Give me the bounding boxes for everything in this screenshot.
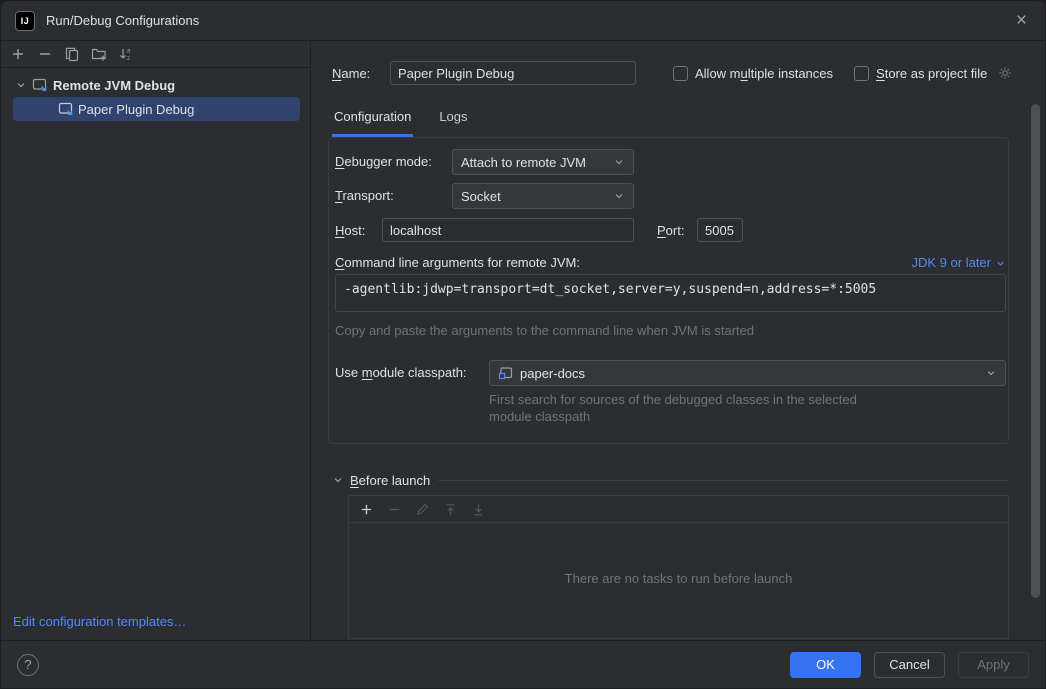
module-classpath-label: Use module classpath: xyxy=(335,360,467,386)
host-input[interactable] xyxy=(382,218,634,242)
transport-value: Socket xyxy=(461,189,501,204)
tree-group-label: Remote JVM Debug xyxy=(53,78,175,93)
configurations-tree: Remote JVM Debug Paper Plugin Debug xyxy=(1,68,310,121)
before-launch-toolbar xyxy=(349,496,1008,523)
close-icon[interactable]: × xyxy=(1016,11,1027,30)
cancel-button[interactable]: Cancel xyxy=(874,652,945,678)
name-input[interactable] xyxy=(390,61,636,85)
remote-debug-config-icon xyxy=(58,101,74,117)
sidebar-toolbar: az xyxy=(1,41,310,68)
module-icon xyxy=(498,365,514,381)
tab-configuration[interactable]: Configuration xyxy=(332,101,413,137)
debugger-mode-select[interactable]: Attach to remote JVM xyxy=(452,149,634,175)
add-task-icon[interactable] xyxy=(359,502,374,517)
chevron-down-icon xyxy=(985,367,997,379)
allow-multiple-instances-label: Allow multiple instances xyxy=(695,66,833,81)
chevron-down-icon xyxy=(332,474,344,486)
store-as-project-file-label: Store as project file xyxy=(876,66,987,81)
svg-text:a: a xyxy=(127,49,131,55)
command-line-args-field[interactable]: -agentlib:jdwp=transport=dt_socket,serve… xyxy=(335,274,1006,312)
debugger-mode-label: Debugger mode: xyxy=(335,149,432,175)
move-task-down-icon[interactable] xyxy=(471,502,486,517)
remove-task-icon[interactable] xyxy=(387,502,402,517)
run-debug-configurations-dialog: IJ Run/Debug Configurations × az xyxy=(0,0,1046,689)
before-launch-empty-text: There are no tasks to run before launch xyxy=(349,523,1008,633)
command-line-args-label: Command line arguments for remote JVM: xyxy=(335,253,580,273)
editor-tabs: Configuration Logs xyxy=(332,101,470,137)
transport-label: Transport: xyxy=(335,183,394,209)
chevron-down-icon xyxy=(995,258,1006,269)
chevron-down-icon xyxy=(613,190,625,202)
tree-item-remote-jvm-debug[interactable]: Remote JVM Debug xyxy=(1,73,310,97)
remote-debug-config-icon xyxy=(32,77,48,93)
transport-select[interactable]: Socket xyxy=(452,183,634,209)
checkbox-box[interactable] xyxy=(854,66,869,81)
before-launch-label: Before launch xyxy=(350,473,430,488)
port-label: Port: xyxy=(657,218,684,244)
host-label: Host: xyxy=(335,218,365,244)
tree-item-paper-plugin-debug[interactable]: Paper Plugin Debug xyxy=(13,97,300,121)
new-folder-icon[interactable] xyxy=(91,46,107,62)
command-line-args-hint: Copy and paste the arguments to the comm… xyxy=(335,321,754,341)
intellij-logo-icon: IJ xyxy=(15,11,35,31)
footer-buttons: OK Cancel Apply xyxy=(790,652,1029,678)
title-bar: IJ Run/Debug Configurations × xyxy=(1,1,1045,41)
edit-task-icon[interactable] xyxy=(415,502,430,517)
module-classpath-select[interactable]: paper-docs xyxy=(489,360,1006,386)
before-launch-task-list: There are no tasks to run before launch xyxy=(348,495,1009,639)
dialog-title: Run/Debug Configurations xyxy=(46,13,199,28)
jdk-version-link[interactable]: JDK 9 or later xyxy=(912,253,1006,273)
svg-text:z: z xyxy=(127,56,130,62)
store-as-project-file-checkbox[interactable]: Store as project file xyxy=(854,66,987,81)
configurations-sidebar: az Remote JVM Debug Paper Plugin Debug E… xyxy=(1,41,311,642)
tree-child-label: Paper Plugin Debug xyxy=(78,102,194,117)
ok-button[interactable]: OK xyxy=(790,652,861,678)
copy-configuration-icon[interactable] xyxy=(64,46,80,62)
section-rule xyxy=(438,480,1009,481)
module-classpath-hint: First search for sources of the debugged… xyxy=(489,391,857,425)
checkbox-box[interactable] xyxy=(673,66,688,81)
apply-button[interactable]: Apply xyxy=(958,652,1029,678)
sort-alphabetically-icon[interactable]: az xyxy=(118,46,134,62)
configuration-tab-panel: Debugger mode: Attach to remote JVM Tran… xyxy=(328,137,1009,444)
move-task-up-icon[interactable] xyxy=(443,502,458,517)
port-input[interactable] xyxy=(697,218,743,242)
dialog-footer: ? OK Cancel Apply xyxy=(1,640,1045,688)
add-configuration-icon[interactable] xyxy=(10,46,26,62)
vertical-scrollbar[interactable] xyxy=(1031,104,1040,598)
before-launch-header[interactable]: Before launch xyxy=(332,470,1009,490)
remove-configuration-icon[interactable] xyxy=(37,46,53,62)
name-row: Name: Allow multiple instances Store as … xyxy=(332,60,1013,86)
name-label: Name: xyxy=(332,66,376,81)
help-button[interactable]: ? xyxy=(17,654,39,676)
tab-logs[interactable]: Logs xyxy=(437,101,469,137)
gear-icon[interactable] xyxy=(997,65,1013,81)
configuration-editor: Name: Allow multiple instances Store as … xyxy=(311,41,1046,642)
chevron-down-icon xyxy=(613,156,625,168)
module-classpath-value: paper-docs xyxy=(520,366,585,381)
jdk-version-label: JDK 9 or later xyxy=(912,253,991,273)
edit-configuration-templates-link[interactable]: Edit configuration templates… xyxy=(13,614,186,629)
chevron-down-icon xyxy=(15,79,27,91)
allow-multiple-instances-checkbox[interactable]: Allow multiple instances xyxy=(673,66,833,81)
debugger-mode-value: Attach to remote JVM xyxy=(461,155,586,170)
